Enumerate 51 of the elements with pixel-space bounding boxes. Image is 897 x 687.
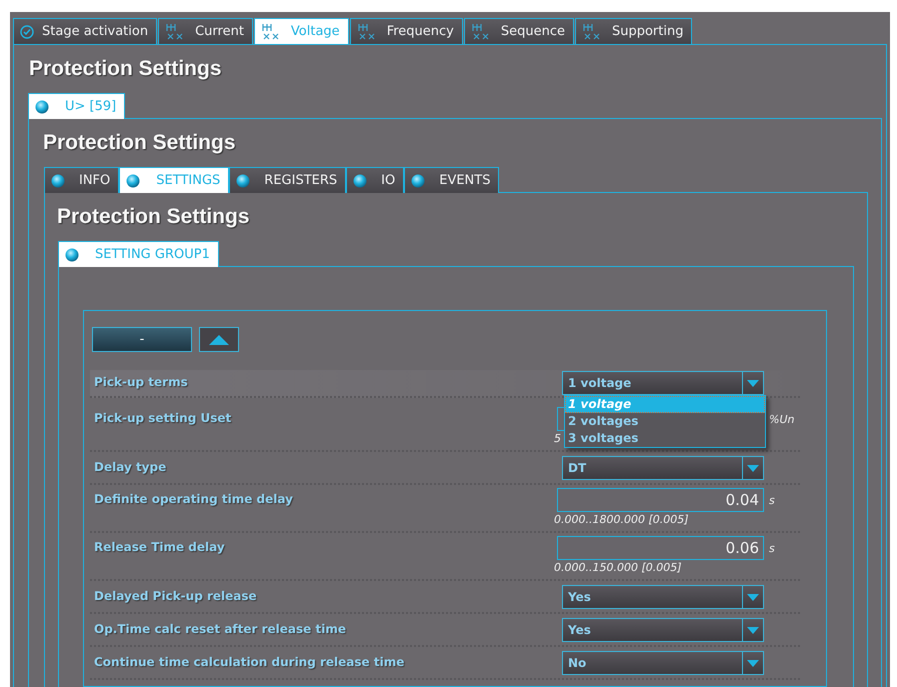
dropdown[interactable]: DT (562, 456, 764, 480)
tab[interactable]: Frequency (350, 18, 463, 44)
ball-icon (236, 174, 250, 188)
setting-label: Delay type (93, 459, 168, 476)
range-hint: 0.000..150.000 [0.005] (554, 560, 682, 576)
dropdown[interactable]: Yes (562, 585, 764, 609)
tab[interactable]: Stage activation (13, 18, 158, 44)
input-field[interactable]: 0.06 (557, 536, 764, 560)
setting-label: Pick-up setting Uset (93, 410, 232, 427)
unit-label: %Un (769, 412, 794, 426)
tab[interactable]: INFO (44, 167, 120, 193)
ball-icon (126, 174, 140, 188)
ball-icon (51, 174, 65, 188)
tab[interactable]: IO (346, 167, 404, 193)
setting-label: Definite operating time delay (93, 491, 294, 508)
unit-label: s (769, 494, 775, 506)
setting-label: Release Time delay (93, 539, 226, 556)
tab[interactable]: REGISTERS (229, 167, 346, 193)
ball-icon (35, 100, 49, 114)
ball-icon (411, 174, 426, 188)
dropdown-option[interactable]: 3 voltages (565, 430, 765, 447)
ball-icon (65, 248, 79, 262)
tab[interactable]: Supporting (574, 18, 692, 44)
setting-label: Delayed Pick-up release (93, 588, 258, 605)
section-title: Protection Settings (57, 204, 250, 230)
dropdown-option[interactable]: 2 voltages (565, 413, 765, 430)
caret-icon (747, 660, 759, 666)
range-hint: 0.000..1800.000 [0.005] (554, 512, 689, 528)
tab[interactable]: EVENTS (404, 167, 500, 193)
caret-icon (747, 464, 759, 472)
unit-label: s (769, 542, 775, 554)
ball-icon (353, 174, 368, 188)
up-button[interactable] (199, 327, 239, 352)
check-circle-icon (20, 24, 34, 38)
setting-label: Op.Time calc reset after release time (93, 621, 347, 638)
up-arrow-icon (209, 334, 229, 344)
dropdown[interactable]: No (562, 651, 764, 675)
caret-icon (747, 626, 759, 634)
dropdown[interactable]: Yes (562, 618, 764, 642)
range-hint: 5 (554, 431, 561, 447)
caret-icon (747, 594, 759, 600)
setting-label: Continue time calculation during release time (93, 654, 406, 671)
collapse-button[interactable]: - (92, 327, 192, 352)
section-title: Protection Settings (29, 56, 222, 82)
tab[interactable]: Sequence (464, 18, 574, 44)
setting-label: Pick-up terms (93, 374, 189, 391)
section-title: Protection Settings (43, 130, 236, 156)
caret-icon (747, 380, 759, 386)
dropdown[interactable]: 1 voltage (562, 371, 764, 395)
tab[interactable]: Current (158, 18, 253, 44)
input-field[interactable]: 0.04 (557, 488, 764, 512)
